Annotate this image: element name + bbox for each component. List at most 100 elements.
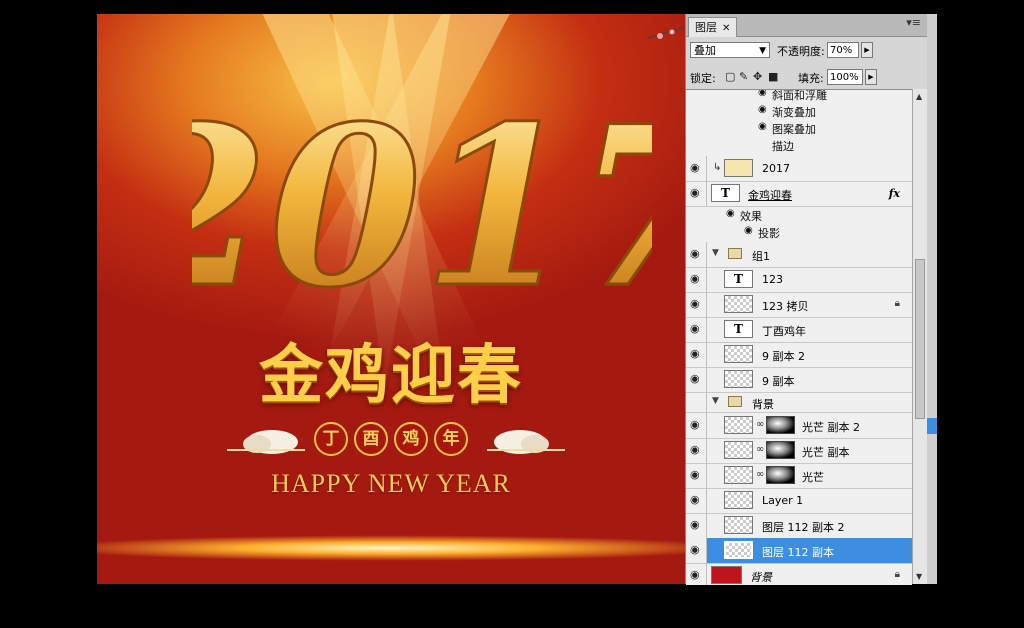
opacity-label: 不透明度: bbox=[777, 45, 825, 58]
year-2017-artwork: 2017 bbox=[192, 76, 652, 335]
eye-icon[interactable]: ◉ bbox=[690, 273, 704, 285]
layer-name[interactable]: 图层 112 副本 bbox=[762, 544, 834, 560]
lock-all-icon[interactable]: ■ bbox=[768, 70, 778, 83]
layer-name[interactable]: 图层 112 副本 2 bbox=[762, 519, 844, 535]
layer-name[interactable]: 123 拷贝 bbox=[762, 298, 809, 314]
layer-thumbnail bbox=[724, 516, 753, 534]
eye-icon[interactable]: ◉ bbox=[758, 121, 767, 132]
layer-row[interactable]: ◉ 9 副本 bbox=[686, 367, 912, 393]
lock-pixels-icon[interactable]: ✎ bbox=[739, 70, 748, 83]
horizon-glow bbox=[97, 524, 685, 584]
dock-active-marker[interactable] bbox=[927, 418, 937, 434]
layer-row[interactable]: ◉ 图层 112 副本 2 bbox=[686, 513, 912, 539]
effect-row[interactable]: 描边 bbox=[686, 137, 912, 154]
eye-icon[interactable]: ◉ bbox=[690, 469, 704, 481]
fill-slider-toggle[interactable]: ▶ bbox=[865, 69, 877, 85]
close-icon[interactable]: ✕ bbox=[722, 23, 730, 34]
layer-name[interactable]: 金鸡迎春 bbox=[748, 187, 792, 203]
layer-name[interactable]: 123 bbox=[762, 273, 783, 286]
layers-scrollbar[interactable]: ▲ ▼ bbox=[912, 89, 927, 584]
chevron-down-icon: ▼ bbox=[759, 46, 766, 56]
eye-icon[interactable]: ◉ bbox=[690, 348, 704, 360]
eye-icon[interactable]: ◉ bbox=[726, 208, 735, 219]
effect-label: 投影 bbox=[758, 227, 780, 240]
layer-mask-thumbnail bbox=[766, 441, 795, 459]
group-name[interactable]: 组1 bbox=[752, 248, 770, 264]
group-name[interactable]: 背景 bbox=[752, 396, 774, 412]
eye-icon[interactable]: ◉ bbox=[690, 298, 704, 310]
eye-icon[interactable]: ◉ bbox=[758, 104, 767, 115]
link-icon[interactable]: ∞ bbox=[756, 444, 764, 455]
layer-row[interactable]: ◉ T 金鸡迎春 fx bbox=[686, 181, 912, 207]
layer-row[interactable]: ▼ 背景 bbox=[686, 392, 912, 413]
link-icon[interactable]: ∞ bbox=[756, 419, 764, 430]
layer-row[interactable]: ◉ ▼ 组1 bbox=[686, 242, 912, 268]
effect-label: 渐变叠加 bbox=[772, 106, 816, 119]
scroll-up-icon[interactable]: ▲ bbox=[916, 92, 922, 101]
scroll-thumb[interactable] bbox=[915, 259, 925, 419]
layer-row[interactable]: ◉ Layer 1 bbox=[686, 488, 912, 514]
chevron-down-icon[interactable]: ▼ bbox=[712, 248, 719, 258]
layer-row[interactable]: ◉ ↳ 2017 bbox=[686, 156, 912, 182]
eye-icon[interactable]: ◉ bbox=[690, 569, 704, 581]
lock-position-icon[interactable]: ✥ bbox=[753, 70, 762, 83]
eye-icon[interactable]: ◉ bbox=[690, 187, 704, 199]
layer-row[interactable]: ◉ T 丁酉鸡年 bbox=[686, 317, 912, 343]
layer-name[interactable]: 丁酉鸡年 bbox=[762, 323, 806, 339]
layer-name[interactable]: 2017 bbox=[762, 162, 790, 175]
subtitle-seals: 丁酉鸡年 bbox=[97, 422, 685, 456]
layer-name[interactable]: 背景 bbox=[750, 569, 772, 585]
layer-name[interactable]: 光芒 副本 2 bbox=[802, 419, 860, 435]
opacity-slider-toggle[interactable]: ▶ bbox=[861, 42, 873, 58]
eye-icon[interactable]: ◉ bbox=[690, 419, 704, 431]
opacity-input[interactable]: 70% bbox=[827, 42, 859, 58]
chevron-down-icon[interactable]: ▼ bbox=[712, 396, 719, 406]
layer-row[interactable]: ◉ T 123 bbox=[686, 267, 912, 293]
eye-icon[interactable]: ◉ bbox=[690, 162, 704, 174]
effect-row[interactable]: ◉ 图案叠加 bbox=[686, 120, 912, 137]
layer-name[interactable]: 光芒 bbox=[802, 469, 824, 485]
eye-icon[interactable]: ◉ bbox=[758, 90, 767, 98]
eye-icon[interactable]: ◉ bbox=[690, 373, 704, 385]
layer-row[interactable]: ◉ ∞ 光芒 副本 2 bbox=[686, 413, 912, 439]
lock-transparency-icon[interactable]: ▢ bbox=[725, 70, 735, 83]
eye-icon[interactable]: ◉ bbox=[690, 544, 704, 556]
layer-row[interactable]: ◉ ∞ 光芒 副本 bbox=[686, 438, 912, 464]
eye-icon[interactable]: ◉ bbox=[690, 444, 704, 456]
fx-icon[interactable]: fx bbox=[889, 187, 900, 200]
visibility-cell: ◉ bbox=[686, 292, 707, 317]
link-icon[interactable]: ∞ bbox=[756, 469, 764, 480]
eye-icon[interactable]: ◉ bbox=[690, 248, 704, 260]
lock-icon: 🔒︎ bbox=[894, 569, 900, 580]
blend-mode-select[interactable]: 叠加 ▼ bbox=[690, 42, 770, 58]
layer-name[interactable]: 9 副本 2 bbox=[762, 348, 805, 364]
layer-row[interactable]: ◉ ∞ 光芒 bbox=[686, 463, 912, 489]
visibility-cell: ◉ bbox=[686, 342, 707, 367]
layer-row[interactable]: ◉ 123 拷贝 🔒︎ bbox=[686, 292, 912, 318]
document-canvas[interactable]: 2017 金鸡迎春 丁酉鸡年 HAPPY NEW YEAR bbox=[97, 14, 685, 584]
panel-menu-icon[interactable]: ▾≡ bbox=[906, 16, 921, 29]
effect-row[interactable]: ◉ 渐变叠加 bbox=[686, 103, 912, 120]
effect-row[interactable]: ◉ 投影 bbox=[686, 224, 912, 241]
eye-icon[interactable]: ◉ bbox=[744, 225, 753, 236]
folder-icon bbox=[728, 248, 742, 259]
scroll-down-icon[interactable]: ▼ bbox=[916, 572, 922, 581]
effect-row[interactable]: ◉ 斜面和浮雕 bbox=[686, 89, 912, 103]
layer-name[interactable]: 光芒 副本 bbox=[802, 444, 850, 460]
tab-label: 图层 bbox=[695, 21, 717, 34]
layer-name[interactable]: Layer 1 bbox=[762, 494, 803, 507]
eye-icon[interactable]: ◉ bbox=[690, 494, 704, 506]
layer-thumbnail bbox=[724, 159, 753, 177]
eye-icon[interactable]: ◉ bbox=[690, 323, 704, 335]
layer-name[interactable]: 9 副本 bbox=[762, 373, 795, 389]
layer-row-selected[interactable]: ◉ 图层 112 副本 bbox=[686, 538, 912, 564]
eye-icon[interactable]: ◉ bbox=[690, 519, 704, 531]
layer-row[interactable]: ◉ 9 副本 2 bbox=[686, 342, 912, 368]
layer-row[interactable]: ◉ 背景 🔒︎ bbox=[686, 563, 912, 585]
fill-input[interactable]: 100% bbox=[827, 69, 863, 85]
text-layer-icon: T bbox=[711, 184, 740, 202]
effect-label: 斜面和浮雕 bbox=[772, 89, 827, 102]
visibility-cell: ◉ bbox=[686, 156, 707, 181]
tab-layers[interactable]: 图层 ✕ bbox=[688, 17, 738, 37]
effect-row[interactable]: ◉ 效果 bbox=[686, 207, 912, 224]
